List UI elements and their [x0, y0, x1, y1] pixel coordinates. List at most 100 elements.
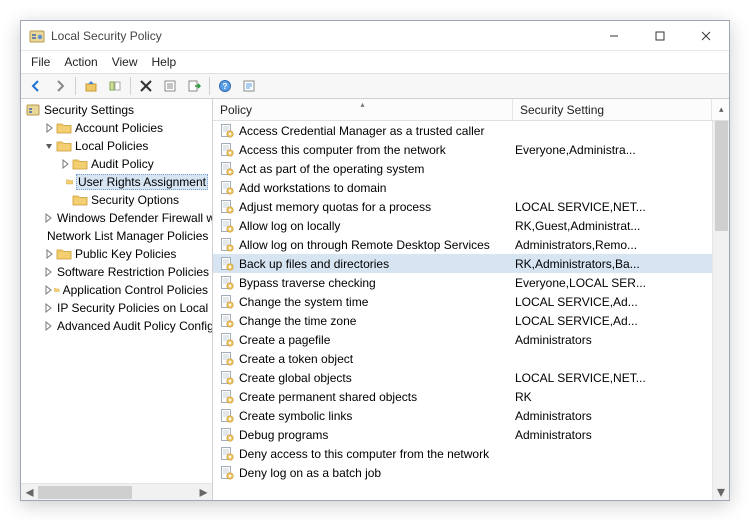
list-row[interactable]: Add workstations to domain [213, 178, 712, 197]
policy-icon [219, 199, 235, 215]
tree-item[interactable]: Windows Defender Firewall with [23, 209, 212, 227]
twisty-icon[interactable] [43, 320, 53, 332]
close-button[interactable] [683, 21, 729, 51]
tree-item-label: IP Security Policies on Local Com [57, 301, 212, 315]
cell-policy: Change the time zone [213, 313, 513, 329]
vscroll-thumb[interactable] [715, 121, 728, 231]
refresh-button[interactable] [238, 75, 260, 97]
list-row[interactable]: Act as part of the operating system [213, 159, 712, 178]
list-row[interactable]: Access Credential Manager as a trusted c… [213, 121, 712, 140]
minimize-button[interactable] [591, 21, 637, 51]
show-hide-button[interactable] [104, 75, 126, 97]
list-row[interactable]: Bypass traverse checkingEveryone,LOCAL S… [213, 273, 712, 292]
twisty-icon[interactable] [43, 302, 53, 314]
list-vscrollbar[interactable]: ▾ [712, 121, 729, 500]
tree-item[interactable]: Security Options [23, 191, 212, 209]
cell-setting: LOCAL SERVICE,NET... [513, 371, 712, 385]
policy-text: Create symbolic links [239, 409, 352, 423]
twisty-icon[interactable] [43, 248, 55, 260]
scroll-left-icon[interactable]: ◂ [21, 484, 38, 501]
twisty-icon[interactable] [59, 158, 71, 170]
up-button[interactable] [80, 75, 102, 97]
folder-icon [66, 174, 73, 190]
maximize-button[interactable] [637, 21, 683, 51]
list-pane: Policy ▴ Security Setting ▴ Access Crede… [213, 99, 729, 500]
tree-item-label: Software Restriction Policies [57, 265, 209, 279]
tree-item-label: Network List Manager Policies [47, 229, 208, 243]
tree-item[interactable]: Application Control Policies [23, 281, 212, 299]
tree-item[interactable]: Audit Policy [23, 155, 212, 173]
list-row[interactable]: Change the system timeLOCAL SERVICE,Ad..… [213, 292, 712, 311]
list-row[interactable]: Debug programsAdministrators [213, 425, 712, 444]
list-row[interactable]: Create permanent shared objectsRK [213, 387, 712, 406]
list-row[interactable]: Adjust memory quotas for a processLOCAL … [213, 197, 712, 216]
tree-item[interactable]: Local Policies [23, 137, 212, 155]
folder-icon [56, 138, 72, 154]
twisty-icon[interactable] [43, 122, 55, 134]
tree-root[interactable]: Security Settings [23, 101, 212, 119]
cell-setting: LOCAL SERVICE,Ad... [513, 314, 712, 328]
list-rows[interactable]: Access Credential Manager as a trusted c… [213, 121, 712, 500]
list-row[interactable]: Create a pagefileAdministrators [213, 330, 712, 349]
list-row[interactable]: Allow log on through Remote Desktop Serv… [213, 235, 712, 254]
menu-help[interactable]: Help [152, 55, 177, 69]
tree-item-label: Local Policies [75, 139, 148, 153]
forward-button[interactable] [49, 75, 71, 97]
tree-item[interactable]: User Rights Assignment [23, 173, 212, 191]
list-row[interactable]: Create global objectsLOCAL SERVICE,NET..… [213, 368, 712, 387]
scroll-up-icon[interactable]: ▴ [719, 104, 724, 115]
back-button[interactable] [25, 75, 47, 97]
policy-icon [219, 408, 235, 424]
list-row[interactable]: Create symbolic linksAdministrators [213, 406, 712, 425]
policy-icon [219, 427, 235, 443]
security-settings-icon [25, 102, 41, 118]
twisty-icon[interactable] [43, 266, 53, 278]
list-row[interactable]: Deny access to this computer from the ne… [213, 444, 712, 463]
list-row[interactable]: Access this computer from the networkEve… [213, 140, 712, 159]
export-button[interactable] [183, 75, 205, 97]
column-header-setting[interactable]: Security Setting [513, 99, 712, 120]
list-row[interactable]: Allow log on locallyRK,Guest,Administrat… [213, 216, 712, 235]
twisty-icon[interactable] [43, 140, 55, 152]
content-area: Security SettingsAccount Policies Local P… [21, 99, 729, 500]
cell-setting: Administrators,Remo... [513, 238, 712, 252]
list-row[interactable]: Create a token object [213, 349, 712, 368]
delete-button[interactable] [135, 75, 157, 97]
tree-pane: Security SettingsAccount Policies Local P… [21, 99, 213, 500]
twisty-icon[interactable] [43, 284, 53, 296]
tree-hscrollbar[interactable]: ◂ ▸ [21, 483, 212, 500]
tree-item[interactable]: Network List Manager Policies [23, 227, 212, 245]
help-button[interactable]: ? [214, 75, 236, 97]
hscroll-thumb[interactable] [38, 486, 132, 499]
policy-icon [219, 256, 235, 272]
tree[interactable]: Security SettingsAccount Policies Local P… [21, 99, 212, 335]
policy-icon [219, 370, 235, 386]
toolbar: ? [21, 73, 729, 99]
policy-text: Access Credential Manager as a trusted c… [239, 124, 484, 138]
cell-policy: Change the system time [213, 294, 513, 310]
properties-button[interactable] [159, 75, 181, 97]
tree-item[interactable]: Account Policies [23, 119, 212, 137]
policy-text: Debug programs [239, 428, 328, 442]
policy-icon [219, 218, 235, 234]
tree-item[interactable]: Advanced Audit Policy Configura [23, 317, 212, 335]
cell-setting: LOCAL SERVICE,Ad... [513, 295, 712, 309]
tree-item[interactable]: IP Security Policies on Local Com [23, 299, 212, 317]
tree-item-label: Advanced Audit Policy Configura [57, 319, 212, 333]
list-row[interactable]: Back up files and directoriesRK,Administ… [213, 254, 712, 273]
list-row[interactable]: Change the time zoneLOCAL SERVICE,Ad... [213, 311, 712, 330]
menu-action[interactable]: Action [64, 55, 97, 69]
tree-item[interactable]: Public Key Policies [23, 245, 212, 263]
twisty-icon[interactable] [43, 212, 53, 224]
cell-setting: Administrators [513, 333, 712, 347]
folder-icon [56, 120, 72, 136]
tree-item[interactable]: Software Restriction Policies [23, 263, 212, 281]
column-header-policy[interactable]: Policy ▴ [213, 99, 513, 120]
scroll-right-icon[interactable]: ▸ [195, 484, 212, 501]
scroll-down-icon[interactable]: ▾ [713, 483, 729, 500]
list-row[interactable]: Deny log on as a batch job [213, 463, 712, 482]
menu-view[interactable]: View [112, 55, 138, 69]
folder-icon [72, 192, 88, 208]
menu-file[interactable]: File [31, 55, 50, 69]
policy-text: Deny access to this computer from the ne… [239, 447, 489, 461]
